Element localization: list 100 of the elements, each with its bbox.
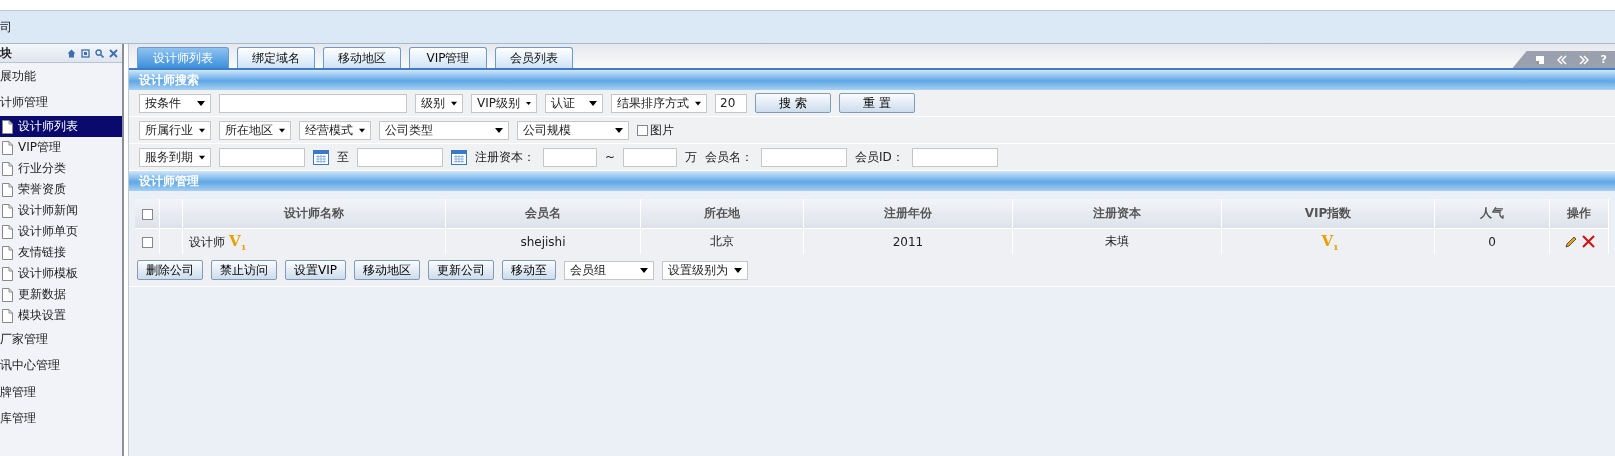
caret-icon bbox=[495, 127, 503, 133]
dropdown[interactable]: 会员组 bbox=[564, 260, 654, 280]
sidebar-item[interactable]: 友情链接 bbox=[0, 242, 122, 263]
sidebar-item[interactable]: 牌管理 bbox=[0, 379, 122, 406]
calendar-icon[interactable] bbox=[451, 149, 467, 165]
close-icon[interactable] bbox=[109, 48, 118, 58]
table-cell: 0 bbox=[1488, 234, 1496, 249]
dropdown[interactable]: 服务到期 bbox=[139, 147, 211, 167]
column-header: 所在地 bbox=[704, 206, 740, 220]
dropdown[interactable]: 设置级别为 bbox=[662, 260, 748, 280]
sidebar-item[interactable]: 设计师单页 bbox=[0, 221, 122, 242]
action-button[interactable]: 删除公司 bbox=[137, 260, 203, 280]
document-icon bbox=[2, 203, 13, 218]
action-button[interactable]: 移动至 bbox=[502, 260, 556, 280]
caret-icon bbox=[279, 127, 285, 133]
sidebar-item[interactable]: 讯中心管理 bbox=[0, 352, 122, 379]
sidebar-item[interactable]: 模块设置 bbox=[0, 305, 122, 326]
field-label: 万 bbox=[685, 148, 698, 166]
input-field[interactable] bbox=[219, 147, 305, 167]
input-field[interactable] bbox=[623, 147, 678, 167]
document-icon bbox=[2, 140, 13, 155]
window-icon[interactable] bbox=[81, 48, 90, 58]
input-field[interactable] bbox=[761, 147, 848, 167]
row-checkbox[interactable] bbox=[141, 236, 153, 248]
delete-icon[interactable] bbox=[1581, 235, 1595, 249]
sidebar-item[interactable]: 设计师模板 bbox=[0, 263, 122, 284]
column-header: 人气 bbox=[1480, 206, 1504, 220]
input-field[interactable] bbox=[911, 147, 998, 167]
document-icon bbox=[2, 308, 13, 323]
tab[interactable]: 会员列表 bbox=[495, 47, 573, 68]
sidebar-item[interactable]: 设计师新闻 bbox=[0, 200, 122, 221]
input-field[interactable] bbox=[219, 93, 407, 113]
home-icon[interactable] bbox=[67, 48, 76, 58]
menu-item[interactable]: 司 bbox=[0, 18, 12, 36]
sidebar-item[interactable]: 行业分类 bbox=[0, 158, 122, 179]
action-button[interactable]: 禁止访问 bbox=[211, 260, 277, 280]
input-field[interactable] bbox=[543, 147, 597, 167]
sidebar-item[interactable]: 设计师列表 bbox=[0, 116, 122, 137]
document-icon bbox=[2, 245, 13, 260]
sidebar-item[interactable]: 库管理 bbox=[0, 405, 122, 432]
dropdown[interactable]: 按条件 bbox=[139, 93, 211, 113]
dropdown[interactable]: 结果排序方式 bbox=[611, 93, 707, 113]
column-header: VIP指数 bbox=[1304, 206, 1352, 220]
caret-icon bbox=[734, 267, 742, 273]
section-title: 设计师管理 bbox=[139, 172, 199, 190]
caret-icon bbox=[615, 127, 623, 133]
dropdown[interactable]: 公司类型 bbox=[379, 120, 509, 140]
vip-level-label: V$_{1}$ bbox=[229, 231, 247, 250]
caret-icon bbox=[695, 100, 701, 106]
table-cell: shejishi bbox=[520, 234, 566, 249]
document-icon bbox=[2, 182, 13, 197]
sidebar-item[interactable]: 厂家管理 bbox=[0, 326, 122, 353]
document-icon bbox=[2, 266, 13, 281]
caret-icon bbox=[359, 127, 365, 133]
column-header: 设计师名称 bbox=[284, 206, 344, 220]
select-all-checkbox[interactable] bbox=[141, 208, 153, 220]
column-header: 操作 bbox=[1567, 206, 1591, 220]
dropdown[interactable]: 所属行业 bbox=[139, 120, 211, 140]
action-button[interactable]: 更新公司 bbox=[428, 260, 494, 280]
page-icon[interactable] bbox=[1534, 54, 1545, 65]
document-icon bbox=[2, 224, 13, 239]
sidebar-item[interactable]: 展功能 bbox=[0, 63, 122, 90]
action-button[interactable]: 设置VIP bbox=[285, 260, 346, 280]
double-left-icon[interactable] bbox=[1556, 54, 1567, 65]
sidebar-item[interactable]: 计师管理 bbox=[0, 89, 122, 116]
double-right-icon[interactable] bbox=[1578, 54, 1589, 65]
action-button[interactable]: 搜 索 bbox=[755, 93, 831, 113]
sidebar-item[interactable]: VIP管理 bbox=[0, 137, 122, 158]
search-icon[interactable] bbox=[95, 48, 104, 58]
dropdown[interactable]: VIP级别 bbox=[471, 93, 537, 113]
pencil-icon[interactable] bbox=[1563, 234, 1578, 249]
field-label: 注册资本： bbox=[475, 148, 535, 166]
document-icon bbox=[2, 161, 13, 176]
caret-icon bbox=[199, 127, 205, 133]
tab[interactable]: 绑定域名 bbox=[237, 47, 315, 68]
dropdown[interactable]: 认证 bbox=[545, 93, 603, 113]
sidebar-item[interactable]: 更新数据 bbox=[0, 284, 122, 305]
table-cell: 2011 bbox=[892, 234, 924, 249]
input-field[interactable] bbox=[357, 147, 443, 167]
field-label: 会员ID： bbox=[855, 148, 904, 166]
document-icon bbox=[2, 287, 13, 302]
column-header: 注册年份 bbox=[884, 206, 932, 220]
tab[interactable]: 移动地区 bbox=[323, 47, 401, 68]
calendar-icon[interactable] bbox=[313, 149, 329, 165]
dropdown[interactable]: 公司规模 bbox=[517, 120, 629, 140]
dropdown[interactable]: 级别 bbox=[415, 93, 463, 113]
dropdown[interactable]: 所在地区 bbox=[219, 120, 291, 140]
tab[interactable]: VIP管理 bbox=[409, 47, 487, 68]
dropdown[interactable]: 经营模式 bbox=[299, 120, 371, 140]
vip-level-label: V$_{1}$ bbox=[1321, 231, 1339, 250]
caret-icon bbox=[197, 100, 205, 106]
caret-icon bbox=[526, 100, 531, 106]
document-icon bbox=[2, 119, 13, 134]
action-button[interactable]: 重 置 bbox=[839, 93, 915, 113]
sidebar-item[interactable]: 荣誉资质 bbox=[0, 179, 122, 200]
action-button[interactable]: 移动地区 bbox=[354, 260, 420, 280]
checkbox[interactable] bbox=[637, 124, 648, 136]
input-field[interactable]: 20 bbox=[715, 93, 747, 113]
section-title: 设计师搜索 bbox=[139, 71, 199, 89]
table-cell: 设计师 bbox=[189, 234, 225, 249]
